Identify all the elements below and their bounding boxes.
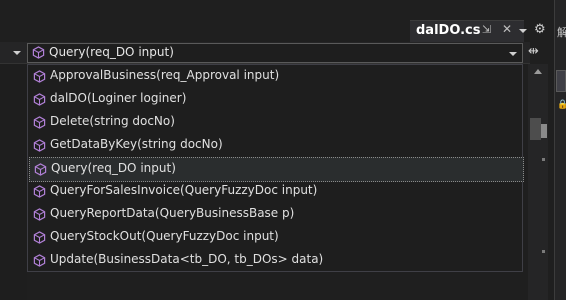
method-cube-icon	[33, 139, 46, 152]
member-dropdown-value: Query(req_DO input)	[49, 45, 174, 59]
dropdown-item-label: Query(req_DO input)	[51, 161, 176, 175]
split-editor-button[interactable]: ⇹	[528, 44, 544, 62]
method-cube-icon	[33, 254, 46, 267]
method-cube-icon	[33, 208, 46, 221]
scrollbar-position-marker	[541, 124, 547, 138]
dropdown-item[interactable]: ApprovalBusiness(req_Approval input)	[29, 65, 522, 88]
method-cube-icon	[33, 185, 46, 198]
method-cube-icon	[33, 70, 46, 83]
side-panel-title-glyph: 解	[557, 26, 566, 39]
tab-title: dalDO.cs	[416, 23, 481, 38]
dropdown-item[interactable]: Update(BusinessData<tb_DO, tb_DOs> data)	[29, 249, 522, 272]
scrollbar-annotation-mark	[542, 158, 545, 161]
vertical-scrollbar[interactable]	[528, 64, 548, 300]
dropdown-item-label: dalDO(Loginer loginer)	[50, 91, 187, 105]
dropdown-item-label: GetDataByKey(string docNo)	[50, 137, 223, 151]
dropdown-item[interactable]: Query(req_DO input)	[29, 157, 524, 182]
side-panel-button[interactable]	[556, 70, 566, 92]
dropdown-item-label: QueryForSalesInvoice(QueryFuzzyDoc input…	[50, 183, 318, 197]
scrollbar-annotation-mark	[542, 250, 545, 253]
dropdown-item-label: Delete(string docNo)	[50, 114, 175, 128]
dropdown-item-label: QueryReportData(QueryBusinessBase p)	[50, 206, 295, 220]
settings-gear-icon[interactable]: ⚙	[534, 22, 546, 37]
tab-close-icon[interactable]: ✕	[502, 22, 512, 36]
tab-daldo-cs[interactable]: dalDO.cs ⇲ ✕	[410, 20, 524, 42]
member-dropdown-list[interactable]: ApprovalBusiness(req_Approval input) dalD…	[27, 64, 524, 272]
member-dropdown[interactable]: Query(req_DO input)	[27, 43, 523, 63]
lock-icon: 🔒	[557, 100, 566, 110]
scroll-up-arrow-icon[interactable]	[534, 68, 542, 74]
dropdown-item-label: Update(BusinessData<tb_DO, tb_DOs> data)	[50, 252, 324, 266]
method-cube-icon	[33, 93, 46, 106]
dropdown-item[interactable]: QueryStockOut(QueryFuzzyDoc input)	[29, 226, 522, 249]
tab-pin-icon[interactable]: ⇲	[482, 23, 491, 36]
dropdown-item-label: ApprovalBusiness(req_Approval input)	[50, 68, 280, 82]
method-cube-icon	[33, 231, 46, 244]
dropdown-item[interactable]: QueryReportData(QueryBusinessBase p)	[29, 203, 522, 226]
solution-explorer-panel-edge	[554, 0, 566, 300]
chevron-down-icon[interactable]	[508, 50, 518, 58]
method-cube-icon	[32, 46, 45, 59]
method-cube-icon	[33, 116, 46, 129]
dropdown-item[interactable]: Delete(string docNo)	[29, 111, 522, 134]
dropdown-item-label: QueryStockOut(QueryFuzzyDoc input)	[50, 229, 279, 243]
editor-margin	[0, 64, 27, 300]
dropdown-item[interactable]: dalDO(Loginer loginer)	[29, 88, 522, 111]
dropdown-item[interactable]: GetDataByKey(string docNo)	[29, 134, 522, 157]
method-cube-icon	[34, 163, 47, 176]
type-dropdown-chevron-icon[interactable]	[12, 48, 22, 58]
dropdown-item[interactable]: QueryForSalesInvoice(QueryFuzzyDoc input…	[29, 180, 522, 203]
tab-overflow-chevron-icon[interactable]	[518, 26, 528, 36]
scrollbar-thumb[interactable]	[530, 118, 541, 140]
